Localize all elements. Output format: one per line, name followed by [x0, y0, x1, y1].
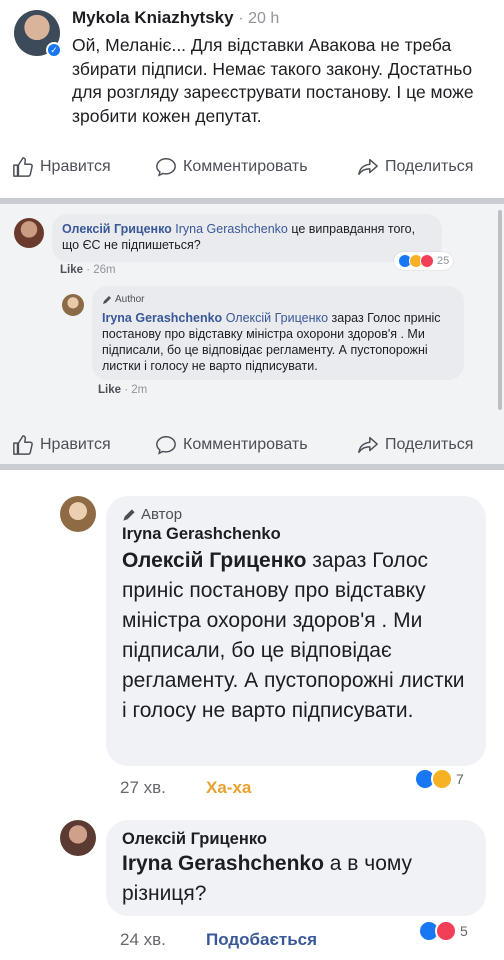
author-badge-label: Author	[115, 294, 145, 305]
reaction-count-large-2: 5	[460, 923, 468, 939]
author-badge-label-large: Автор	[141, 506, 183, 523]
reply-bubble-large: Автор Iryna Gerashchenko Олексій Гриценк…	[106, 496, 486, 766]
like-button[interactable]: Нравится	[12, 156, 111, 178]
share-label: Поделиться	[385, 158, 474, 175]
comment-thread-small: Олексій Гриценко Iryna Gerashchenko це в…	[0, 204, 504, 464]
post-time[interactable]: · 20 h	[238, 10, 279, 27]
commenter-avatar[interactable]	[14, 218, 44, 248]
reply-meta: Like · 2m	[98, 384, 147, 396]
comment-author[interactable]: Олексій Гриценко	[62, 222, 172, 236]
post-action-bar: Нравится Комментировать Поделиться	[0, 148, 504, 184]
share-button-2[interactable]: Поделиться	[357, 434, 473, 456]
author-badge-large: Автор	[122, 506, 470, 523]
reply-like-link[interactable]: Like	[98, 384, 121, 396]
reply-mention-large[interactable]: Олексій Гриценко	[122, 549, 306, 572]
comment-bubble: Олексій Гриценко Iryna Gerashchenko це в…	[52, 214, 442, 262]
reaction-count-large: 7	[456, 771, 464, 787]
love-reaction-icon	[435, 920, 457, 942]
thumbs-up-icon	[13, 157, 33, 177]
reply-avatar[interactable]	[62, 294, 84, 316]
reply-time-large[interactable]: 27 хв.	[120, 778, 166, 798]
comment-meta: Like · 26m	[60, 264, 116, 276]
reply-avatar-large[interactable]	[60, 496, 96, 532]
comment-reactions[interactable]: 25	[394, 252, 454, 270]
reply-text-block-large: Олексій Гриценко зараз Голос приніс пост…	[122, 546, 470, 726]
comment-icon	[156, 436, 176, 455]
comment-button-2[interactable]: Комментировать	[155, 434, 308, 456]
post-card: ✓ Mykola Kniazhytsky · 20 h Ой, Меланіє.…	[0, 0, 504, 198]
thumbs-up-icon	[13, 435, 33, 455]
haha-reaction-icon	[431, 768, 453, 790]
post-header: Mykola Kniazhytsky · 20 h	[72, 8, 279, 28]
comment-text-block-large: Iryna Gerashchenko а в чому різниця?	[122, 849, 470, 909]
reply-reactions-large[interactable]: 7	[414, 766, 464, 792]
commenter-avatar-large[interactable]	[60, 820, 96, 856]
like-label-large[interactable]: Подобається	[206, 930, 317, 950]
comment-icon	[156, 158, 176, 177]
reply-mention[interactable]: Олексій Гриценко	[226, 311, 328, 325]
reaction-count: 25	[437, 255, 450, 267]
comment-like-link[interactable]: Like	[60, 264, 83, 276]
reply-time[interactable]: · 2m	[124, 384, 147, 396]
comment-label: Комментировать	[183, 158, 308, 175]
comment-label-2: Комментировать	[183, 436, 308, 453]
like-button-2[interactable]: Нравится	[12, 434, 111, 456]
pencil-icon	[103, 296, 111, 304]
comment-bubble-large: Олексій Гриценко Iryna Gerashchenko а в …	[106, 820, 486, 916]
comment-reactions-large[interactable]: 5	[418, 918, 468, 944]
comment-author-large[interactable]: Олексій Гриценко	[122, 830, 470, 849]
comment-mention[interactable]: Iryna Gerashchenko	[175, 222, 288, 236]
reply-author-large[interactable]: Iryna Gerashchenko	[122, 525, 470, 544]
like-label-2: Нравится	[40, 436, 111, 453]
reply-text-large: зараз Голос приніс постанову про відстав…	[122, 549, 465, 722]
love-reaction-icon	[420, 254, 434, 268]
haha-label[interactable]: Ха-ха	[206, 778, 251, 798]
pencil-icon	[123, 508, 135, 521]
share-label-2: Поделиться	[385, 436, 474, 453]
comment-thread-large: Автор Iryna Gerashchenko Олексій Гриценк…	[0, 470, 504, 960]
author-badge: Author	[102, 292, 454, 308]
reply-bubble: Author Iryna Gerashchenko Олексій Грицен…	[92, 286, 464, 380]
comment-time[interactable]: · 26m	[86, 264, 115, 276]
like-label: Нравится	[40, 158, 111, 175]
share-button[interactable]: Поделиться	[357, 156, 473, 178]
reply-author[interactable]: Iryna Gerashchenko	[102, 311, 222, 325]
share-icon	[358, 158, 378, 176]
comment-time-large[interactable]: 24 хв.	[120, 930, 166, 950]
verified-badge-icon: ✓	[46, 42, 62, 58]
post-author-name[interactable]: Mykola Kniazhytsky	[72, 8, 234, 27]
comment-button[interactable]: Комментировать	[155, 156, 308, 178]
share-icon	[358, 436, 378, 454]
comment-mention-large[interactable]: Iryna Gerashchenko	[122, 852, 324, 875]
post-text: Ой, Меланіє... Для відставки Авакова не …	[72, 35, 474, 126]
post-action-bar-2: Нравится Комментировать Поделиться	[0, 426, 504, 462]
scrollbar[interactable]	[498, 210, 502, 410]
